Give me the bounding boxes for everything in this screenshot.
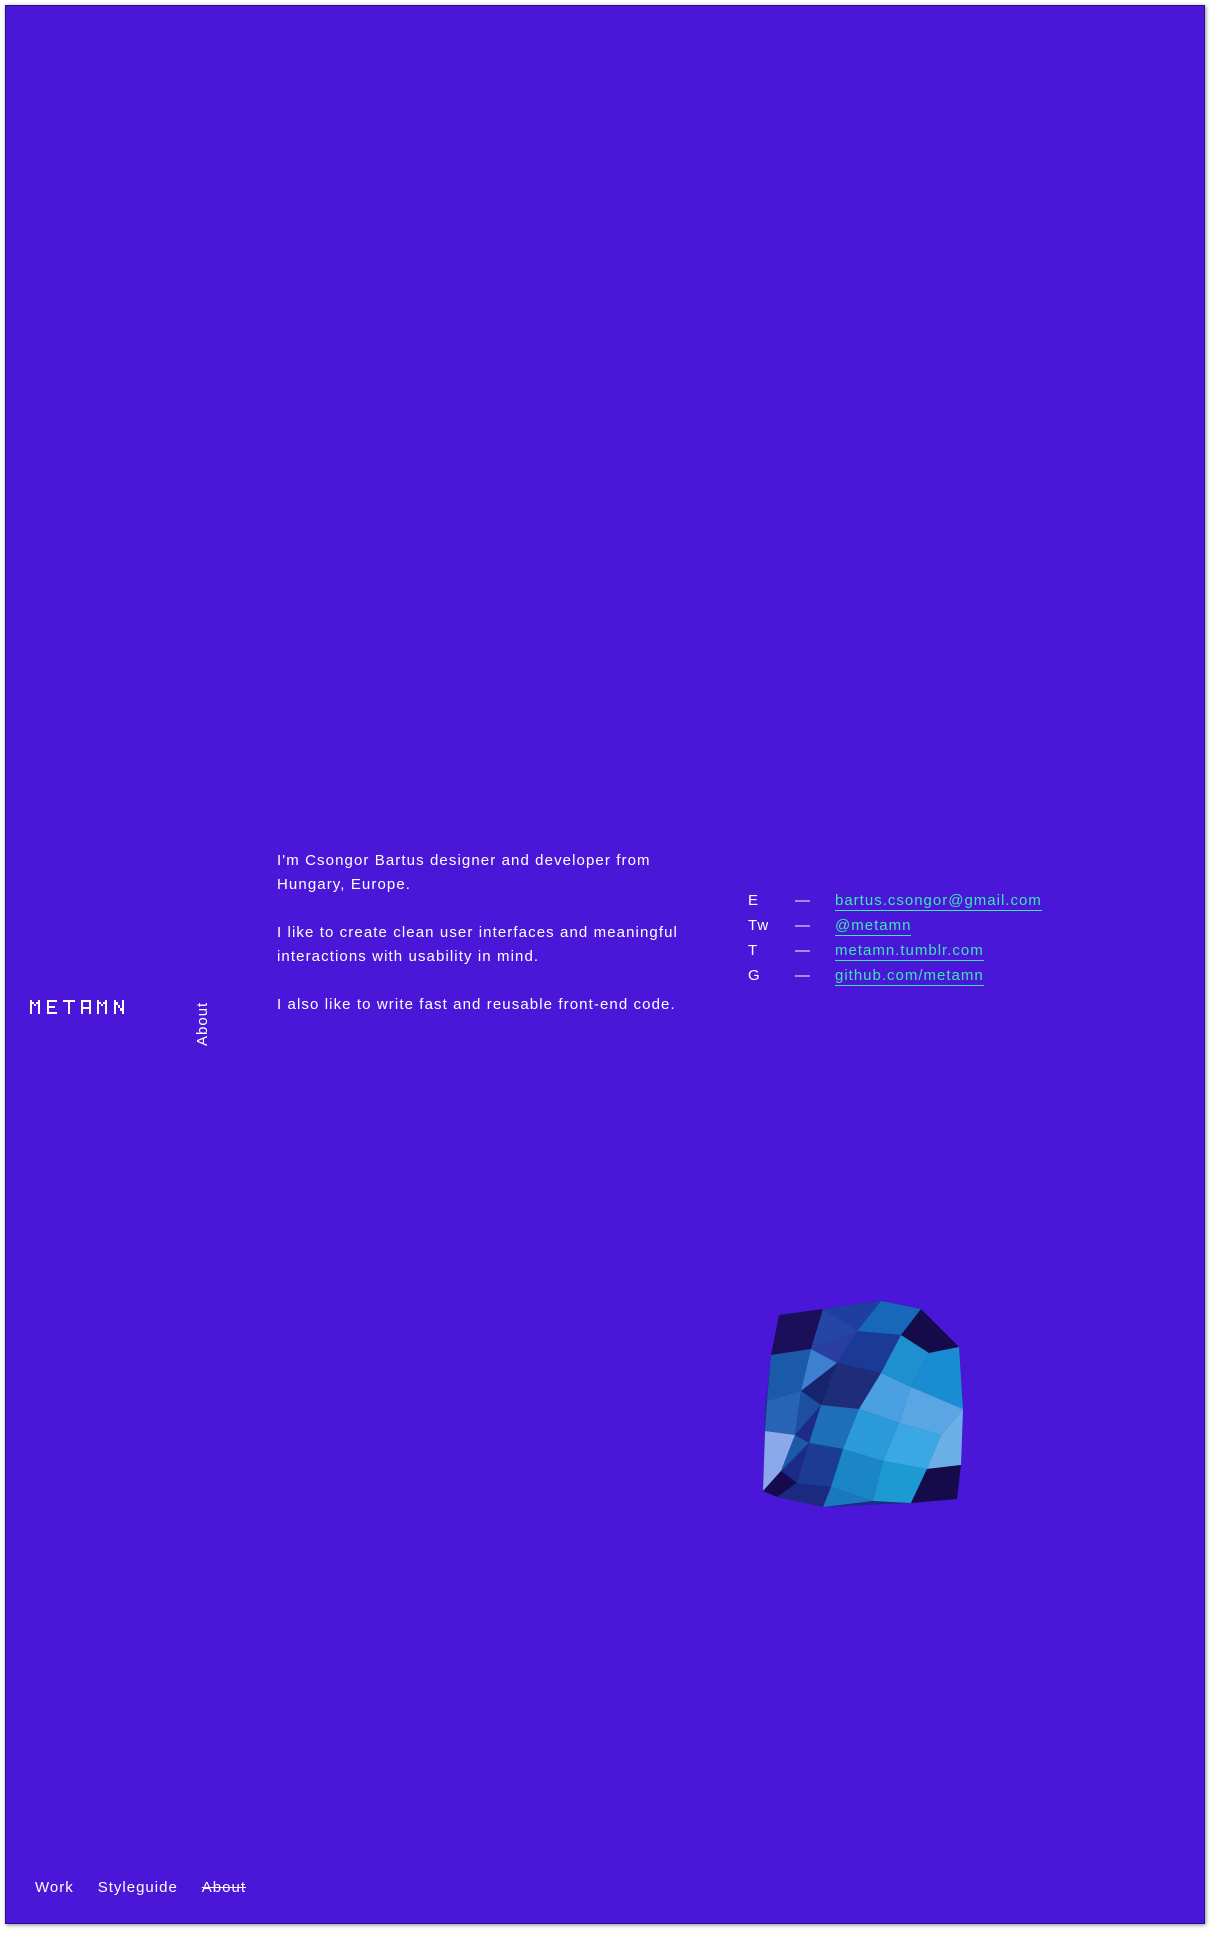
contact-dash: — [795, 942, 811, 959]
bio-paragraph: I like to create clean user interfaces a… [277, 924, 678, 965]
section-label: About [194, 1001, 211, 1046]
bio-text: I'm Csongor Bartus designer and develope… [277, 849, 697, 1041]
contact-key: T [748, 942, 759, 959]
bio-paragraph: I'm Csongor Bartus designer and develope… [277, 852, 651, 893]
bio-paragraph: I also like to write fast and reusable f… [277, 996, 676, 1013]
nav-link-styleguide[interactable]: Styleguide [98, 1879, 178, 1896]
nav-link-about[interactable]: About [202, 1879, 246, 1896]
contact-key: E [748, 892, 760, 909]
bottom-nav: Work Styleguide About [35, 1879, 246, 1896]
contact-row-tumblr: T — metamn.tumblr.com [748, 942, 1088, 967]
email-link[interactable]: bartus.csongor@gmail.com [835, 892, 1042, 911]
contact-key: Tw [748, 917, 770, 934]
contact-key: G [748, 967, 761, 984]
contact-list: E — bartus.csongor@gmail.com Tw — @metam… [748, 892, 1088, 992]
page-frame: About I'm Csongor Bartus designer and de… [5, 5, 1205, 1924]
contact-row-twitter: Tw — @metamn [748, 917, 1088, 942]
metamn-logo[interactable] [30, 998, 134, 1016]
contact-dash: — [795, 892, 811, 909]
contact-dash: — [795, 917, 811, 934]
gem-illustration-icon [763, 1301, 963, 1507]
twitter-link[interactable]: @metamn [835, 917, 912, 936]
contact-row-email: E — bartus.csongor@gmail.com [748, 892, 1088, 917]
contact-dash: — [795, 967, 811, 984]
nav-link-work[interactable]: Work [35, 1879, 74, 1896]
tumblr-link[interactable]: metamn.tumblr.com [835, 942, 984, 961]
contact-row-github: G — github.com/metamn [748, 967, 1088, 992]
github-link[interactable]: github.com/metamn [835, 967, 984, 986]
